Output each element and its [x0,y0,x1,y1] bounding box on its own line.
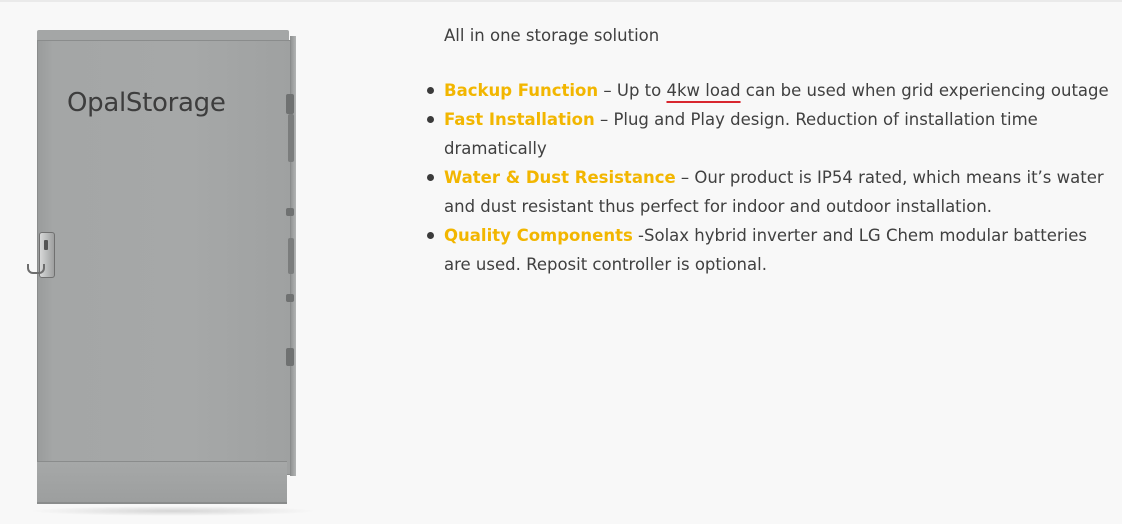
side-vent-icon [288,238,294,274]
side-vent-icon [288,114,294,162]
side-latch-icon [286,208,294,216]
bullet-icon [427,87,434,94]
door-lever-icon [27,264,45,274]
top-divider [0,0,1122,2]
product-description: All in one storage solution Backup Funct… [427,21,1114,279]
cabinet-base-edge [37,502,287,504]
feature-title: Quality Components [444,226,633,245]
feature-text: can be used when grid experiencing outag… [740,81,1109,100]
feature-item: Fast Installation – Plug and Play design… [427,105,1114,163]
feature-item: Quality Components -Solax hybrid inverte… [427,221,1114,279]
cabinet-base [37,461,287,504]
feature-title: Backup Function [444,81,599,100]
cabinet-shadow [28,506,318,516]
bullet-icon [427,232,434,239]
feature-item: Water & Dust Resistance – Our product is… [427,163,1114,221]
intro-text: All in one storage solution [444,26,660,45]
product-image: OpalStorage [20,14,320,516]
hinge-icon [286,94,294,114]
feature-title: Water & Dust Resistance [444,168,676,187]
bullet-icon [427,116,434,123]
hinge-icon [286,348,294,366]
feature-item: Backup Function – Up to 4kw load can be … [427,76,1114,105]
bullet-icon [427,174,434,181]
feature-title: Fast Installation [444,110,595,129]
feature-highlight: 4kw load [666,81,741,100]
product-logo-text: OpalStorage [67,88,226,118]
feature-list: Backup Function – Up to 4kw load can be … [427,76,1114,279]
feature-text: – Up to [598,81,667,100]
side-latch-icon [286,294,294,302]
